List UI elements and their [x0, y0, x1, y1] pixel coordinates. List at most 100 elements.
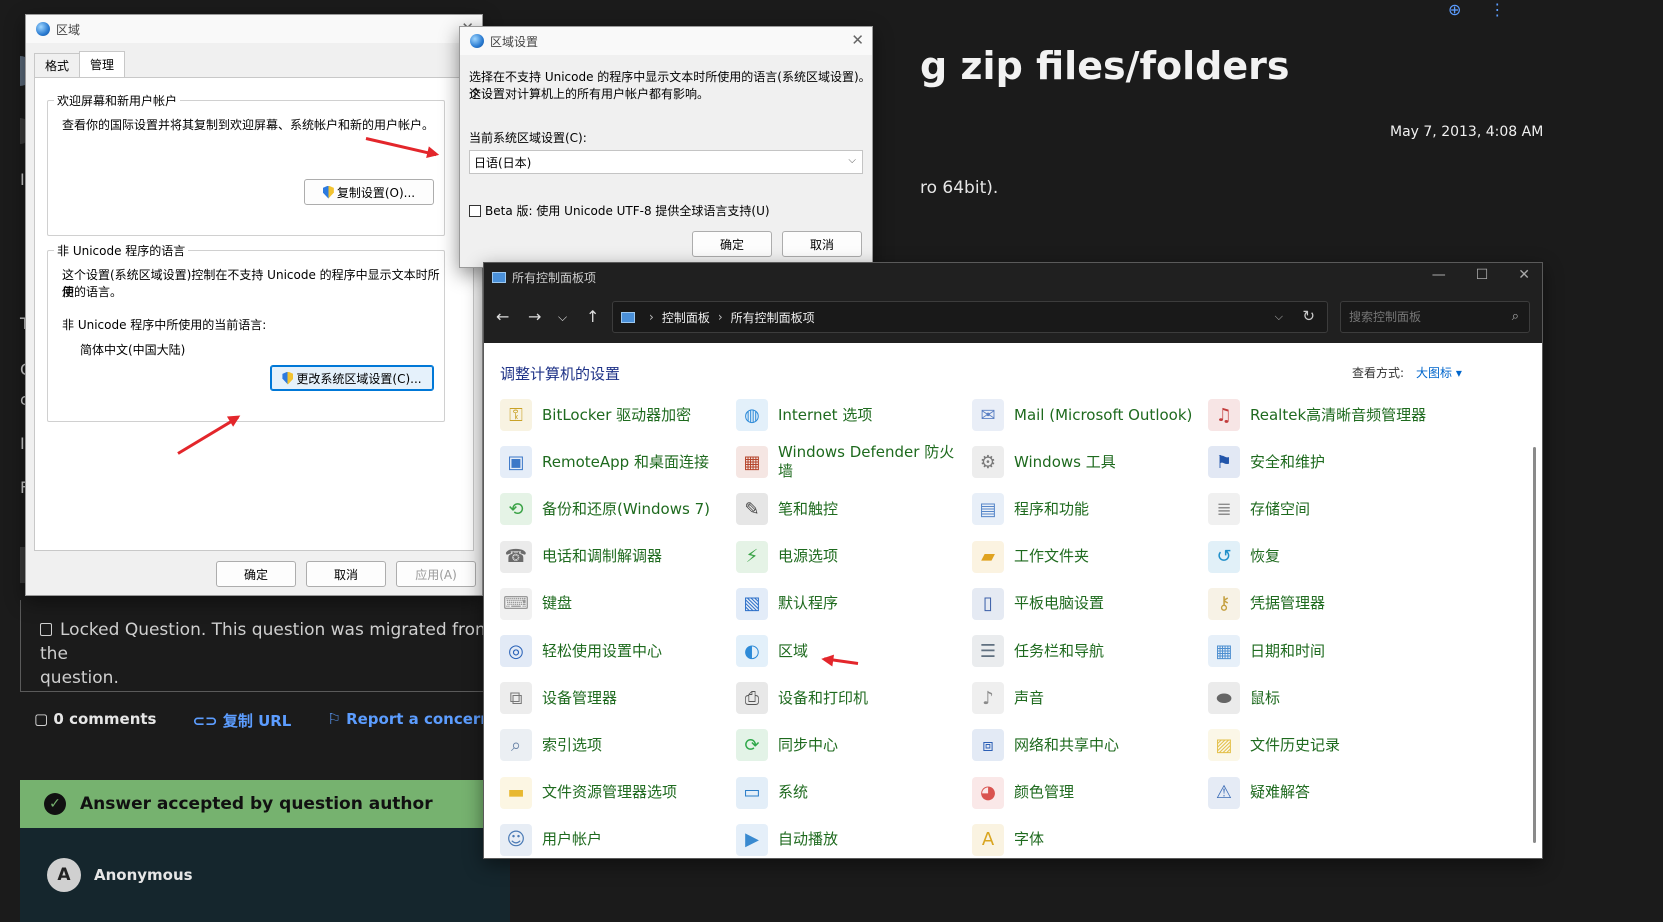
globe-check-icon: ◍ — [736, 399, 768, 431]
control-panel-item[interactable]: ♫ Realtek高清晰音频管理器 — [1208, 393, 1438, 437]
control-panel-window: 所有控制面板项 — ☐ ✕ ← → ⌵ ↑ › 控制面板 › 所有控制面板项 ⌵… — [483, 262, 1543, 859]
control-panel-item-label: 凭据管理器 — [1250, 594, 1326, 613]
calendar-clock-icon: ▦ — [1208, 635, 1240, 667]
control-panel-item[interactable]: ▣ RemoteApp 和桌面连接 — [500, 440, 730, 484]
control-panel-item[interactable]: ⚷ 凭据管理器 — [1208, 582, 1438, 626]
system-locale-select[interactable]: 日语(日本) ⌵ — [469, 150, 863, 174]
add-icon[interactable]: ⊕ — [1448, 0, 1461, 19]
current-language-value: 简体中文(中国大陆) — [80, 343, 186, 357]
answer-author[interactable]: Anonymous — [94, 866, 193, 884]
control-panel-item[interactable]: ▭ 系统 — [736, 771, 966, 815]
control-panel-item[interactable]: ⎙ 设备和打印机 — [736, 676, 966, 720]
checkbox-box[interactable] — [469, 204, 481, 217]
forward-icon[interactable]: → — [528, 307, 541, 326]
control-panel-item[interactable]: ⚡ 电源选项 — [736, 535, 966, 579]
view-mode-dropdown[interactable]: 大图标 ▾ — [1416, 364, 1462, 381]
title-bar: 所有控制面板项 — [484, 263, 1542, 291]
cancel-button[interactable]: 取消 — [782, 231, 862, 257]
search-box[interactable]: ⌕ — [1340, 301, 1530, 333]
tab-format[interactable]: 格式 — [34, 53, 81, 77]
programs-icon: ▤ — [972, 493, 1004, 526]
sync-icon: ⟳ — [736, 729, 768, 762]
maximize-icon[interactable]: ☐ — [1476, 267, 1489, 283]
file-history-icon: ▨ — [1208, 729, 1240, 762]
control-panel-item[interactable]: ⟲ 备份和还原(Windows 7) — [500, 487, 730, 531]
control-panel-item[interactable]: ≣ 存储空间 — [1208, 487, 1438, 531]
control-panel-item[interactable]: ⌕ 索引选项 — [500, 723, 730, 767]
control-panel-item[interactable]: ⚠ 疑难解答 — [1208, 771, 1438, 815]
more-icon[interactable]: ⋮ — [1489, 0, 1505, 19]
control-panel-item-label: 笔和触控 — [778, 499, 839, 518]
breadcrumb-all-items[interactable]: 所有控制面板项 — [731, 309, 815, 326]
control-panel-item[interactable]: ⌨ 键盘 — [500, 582, 730, 626]
chevron-down-icon[interactable]: ⌵ — [558, 310, 567, 325]
welcome-group: 欢迎屏幕和新用户帐户 查看你的国际设置并将其复制到欢迎屏幕、系统帐户和新的用户帐… — [47, 92, 445, 236]
address-bar[interactable]: › 控制面板 › 所有控制面板项 ⌵ ↻ — [612, 301, 1328, 333]
mouse-icon: ⬬ — [1208, 682, 1240, 715]
control-panel-item[interactable]: ⚿ BitLocker 驱动器加密 — [500, 393, 730, 437]
control-panel-item[interactable]: ▧ 默认程序 — [736, 582, 966, 626]
control-panel-item[interactable]: ⬬ 鼠标 — [1208, 676, 1438, 720]
control-panel-item[interactable]: ▦ Windows Defender 防火墙 — [736, 440, 966, 484]
control-panel-item[interactable]: ▰ 工作文件夹 — [972, 535, 1202, 579]
control-panel-item[interactable]: ✉ Mail (Microsoft Outlook) — [972, 393, 1202, 437]
control-panel-item-label: 疑难解答 — [1250, 783, 1311, 802]
group-label: 非 Unicode 程序的语言 — [54, 242, 189, 259]
refresh-icon[interactable]: ↻ — [1302, 307, 1315, 325]
control-panel-item[interactable]: ▶ 自动播放 — [736, 818, 966, 862]
control-panel-item-label: Windows Defender 防火墙 — [778, 443, 955, 481]
phone-icon: ☎ — [500, 540, 532, 573]
breadcrumb-control-panel[interactable]: 控制面板 — [662, 309, 710, 326]
copy-url-link[interactable]: ⊂⊃ 复制 URL — [192, 710, 291, 731]
ok-button[interactable]: 确定 — [216, 561, 296, 587]
control-panel-item[interactable]: ◎ 轻松使用设置中心 — [500, 629, 730, 673]
control-panel-item[interactable]: ⧈ 网络和共享中心 — [972, 723, 1202, 767]
control-panel-item[interactable]: ↺ 恢复 — [1208, 535, 1438, 579]
ok-button[interactable]: 确定 — [692, 231, 772, 257]
control-panel-item[interactable]: ▨ 文件历史记录 — [1208, 723, 1438, 767]
search-input[interactable] — [1349, 310, 1499, 324]
minimize-icon[interactable]: — — [1432, 267, 1446, 283]
recovery-icon: ↺ — [1208, 540, 1240, 573]
region-dialog: 区域 ✕ 格式 管理 欢迎屏幕和新用户帐户 查看你的国际设置并将其复制到欢迎屏幕… — [25, 14, 483, 596]
control-panel-item[interactable]: ☺ 用户帐户 — [500, 818, 730, 862]
control-panel-item[interactable]: ◍ Internet 选项 — [736, 393, 966, 437]
shield-icon — [282, 371, 294, 385]
control-panel-item[interactable]: ✎ 笔和触控 — [736, 487, 966, 531]
cancel-button[interactable]: 取消 — [306, 561, 386, 587]
group-text: 用的语言。 — [62, 285, 123, 299]
close-icon[interactable]: ✕ — [851, 31, 864, 49]
chevron-down-icon[interactable]: ⌵ — [1275, 310, 1283, 324]
control-panel-item[interactable]: ◐ 区域 — [736, 629, 966, 673]
up-icon[interactable]: ↑ — [586, 307, 599, 326]
window-title: 区域设置 — [490, 34, 539, 49]
control-panel-item[interactable]: ▬ 文件资源管理器选项 — [500, 771, 730, 815]
control-panel-item[interactable]: ☎ 电话和调制解调器 — [500, 535, 730, 579]
control-panel-item[interactable]: ☰ 任务栏和导航 — [972, 629, 1202, 673]
copy-settings-button[interactable]: 复制设置(O)... — [304, 179, 434, 205]
checkbox-label: Beta 版: 使用 Unicode UTF-8 提供全球语言支持(U) — [485, 204, 770, 218]
scrollbar[interactable] — [1533, 447, 1536, 843]
close-icon[interactable]: ✕ — [1518, 267, 1530, 283]
control-panel-item[interactable]: ⧉ 设备管理器 — [500, 676, 730, 720]
control-panel-item[interactable]: ♪ 声音 — [972, 676, 1202, 720]
folder-icon: ▰ — [972, 540, 1004, 573]
control-panel-item[interactable]: ▦ 日期和时间 — [1208, 629, 1438, 673]
control-panel-item[interactable]: ⚑ 安全和维护 — [1208, 440, 1438, 484]
comments-link[interactable]: ▢ 0 comments — [34, 710, 156, 731]
control-panel-item[interactable]: A 字体 — [972, 818, 1202, 862]
control-panel-item[interactable]: ▤ 程序和功能 — [972, 487, 1202, 531]
search-icon[interactable]: ⌕ — [1512, 309, 1519, 324]
back-icon[interactable]: ← — [496, 307, 509, 326]
ease-of-access-icon: ◎ — [500, 635, 532, 667]
control-panel-item[interactable]: ◕ 颜色管理 — [972, 771, 1202, 815]
apply-button[interactable]: 应用(A) — [396, 561, 476, 587]
tab-admin[interactable]: 管理 — [79, 51, 126, 77]
control-panel-item[interactable]: ⚙ Windows 工具 — [972, 440, 1202, 484]
beta-utf8-checkbox[interactable]: Beta 版: 使用 Unicode UTF-8 提供全球语言支持(U) — [469, 202, 770, 219]
control-panel-item[interactable]: ▯ 平板电脑设置 — [972, 582, 1202, 626]
change-locale-button[interactable]: 更改系统区域设置(C)... — [270, 365, 434, 391]
report-concern-link[interactable]: ⚐ Report a concern — [327, 710, 491, 731]
printer-icon: ⎙ — [736, 682, 768, 715]
control-panel-item[interactable]: ⟳ 同步中心 — [736, 723, 966, 767]
